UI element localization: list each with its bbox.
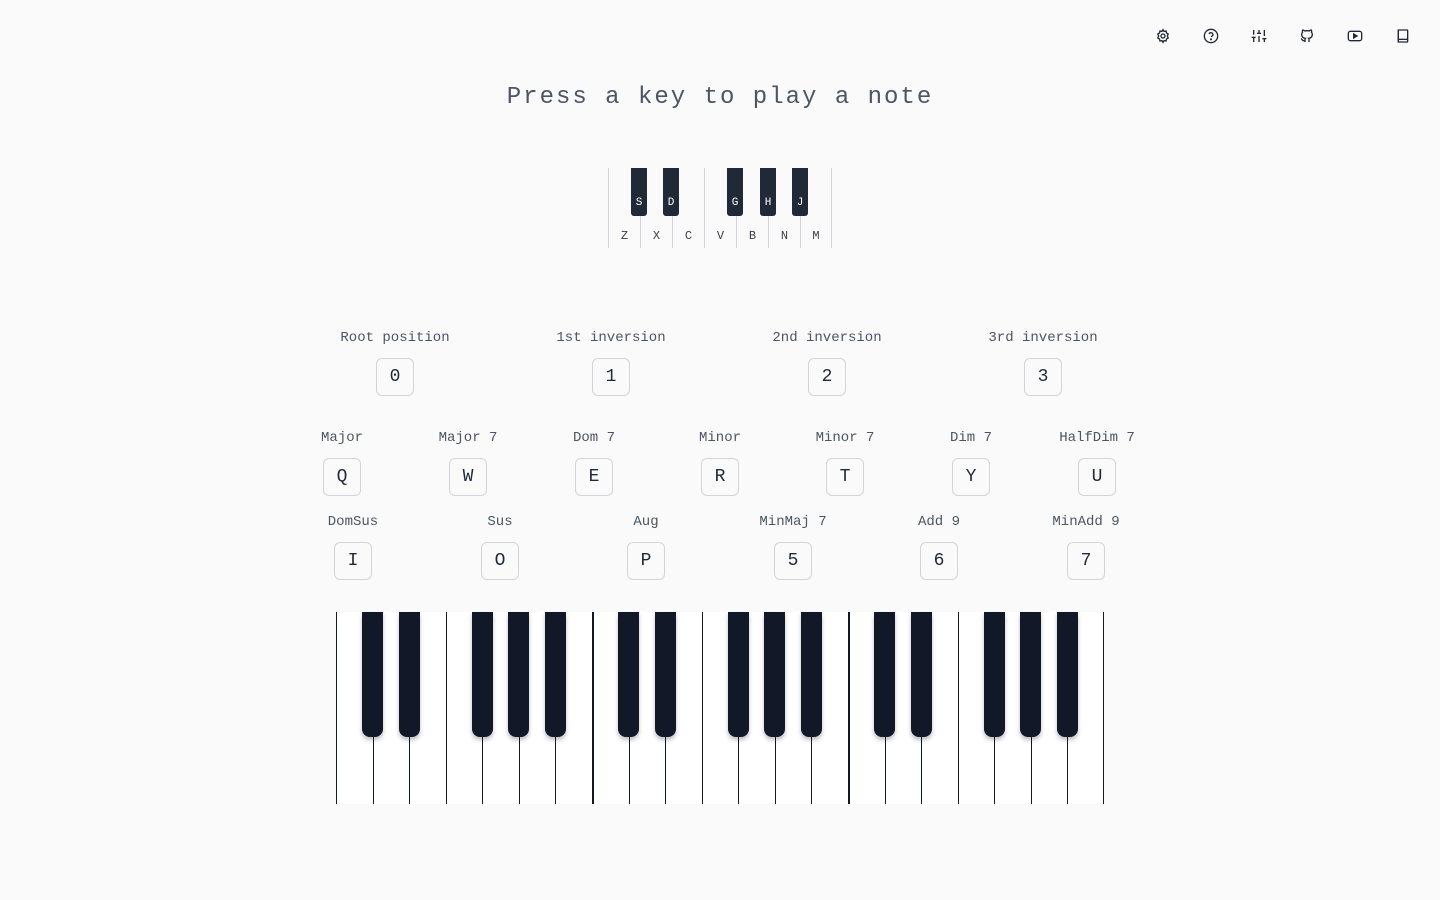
option-label: Dom 7 (572, 430, 615, 446)
github-icon[interactable] (1295, 24, 1319, 48)
mini-black-key[interactable]: S (631, 168, 647, 216)
mini-key-label: M (812, 229, 820, 243)
piano-black-key[interactable] (910, 612, 932, 737)
chord-halfdim7-key[interactable]: U (1078, 458, 1116, 496)
youtube-icon[interactable] (1343, 24, 1367, 48)
inversion-1st-key[interactable]: 1 (592, 358, 630, 396)
mini-key-label: Z (620, 229, 629, 243)
chord-minor-key[interactable]: R (701, 458, 739, 496)
chord-domsus-key[interactable]: I (334, 542, 372, 580)
chord-major-key[interactable]: Q (323, 458, 361, 496)
piano-black-key[interactable] (362, 612, 384, 737)
chord-major7-key[interactable]: W (449, 458, 487, 496)
piano-black-key[interactable] (544, 612, 566, 737)
piano-black-key[interactable] (1020, 612, 1042, 737)
mini-black-key[interactable]: H (760, 168, 776, 216)
mini-key-label: B (748, 229, 757, 243)
piano-black-key[interactable] (471, 612, 493, 737)
chord-option: Aug P (581, 513, 711, 580)
option-label: DomSus (327, 514, 379, 530)
chord-option: Sus O (435, 513, 565, 580)
help-circle-icon[interactable] (1199, 24, 1223, 48)
piano-black-key[interactable] (1056, 612, 1078, 737)
chord-option: Minor 7 T (780, 429, 910, 496)
chord-aug-key[interactable]: P (627, 542, 665, 580)
chord-dim7-key[interactable]: Y (952, 458, 990, 496)
option-label: HalfDim 7 (1059, 430, 1135, 446)
chord-option: Minor R (655, 429, 785, 496)
inversion-3rd-key[interactable]: 3 (1024, 358, 1062, 396)
mini-black-key[interactable]: J (792, 168, 808, 216)
option-label: Dim 7 (949, 430, 992, 446)
page-title: Press a key to play a note (506, 84, 934, 111)
mini-key-label: V (716, 229, 725, 243)
piano-black-key[interactable] (983, 612, 1005, 737)
piano-keyboard (336, 612, 1104, 804)
inversion-option: 1st inversion 1 (546, 329, 676, 396)
chord-minadd9-key[interactable]: 7 (1067, 542, 1105, 580)
app-root: Press a key to play a note Z X C V B N M… (0, 0, 1440, 900)
mini-key-label: C (684, 229, 693, 243)
piano-black-key[interactable] (398, 612, 420, 737)
option-label: Major 7 (438, 430, 498, 446)
mini-key-label: J (796, 197, 804, 209)
inversion-option: 2nd inversion 2 (762, 329, 892, 396)
mini-key-label: H (764, 197, 772, 209)
chord-sus-key[interactable]: O (481, 542, 519, 580)
inversion-2nd-key[interactable]: 2 (808, 358, 846, 396)
chord-option: HalfDim 7 U (1032, 429, 1162, 496)
chord-option: Add 9 6 (874, 513, 1004, 580)
inversion-option: Root position 0 (330, 329, 460, 396)
sliders-icon[interactable] (1247, 24, 1271, 48)
mini-key-label: X (652, 229, 661, 243)
gear-icon[interactable] (1151, 24, 1175, 48)
option-label: MinAdd 9 (1052, 514, 1120, 530)
chord-option: Major 7 W (403, 429, 533, 496)
option-label: MinMaj 7 (759, 514, 827, 530)
piano-black-key[interactable] (727, 612, 749, 737)
piano-black-key[interactable] (508, 612, 530, 737)
option-label: Minor 7 (815, 430, 875, 446)
mini-key-label: S (635, 197, 643, 209)
chord-option: MinAdd 9 7 (1021, 513, 1151, 580)
chord-option: Dim 7 Y (906, 429, 1036, 496)
inversion-option: 3rd inversion 3 (978, 329, 1108, 396)
chord-minor7-key[interactable]: T (826, 458, 864, 496)
option-label: Sus (487, 514, 513, 530)
piano-black-key[interactable] (800, 612, 822, 737)
option-label: Major (320, 430, 363, 446)
piano-black-key[interactable] (764, 612, 786, 737)
option-label: 1st inversion (556, 330, 666, 346)
mini-key-label: G (731, 197, 739, 209)
chord-add9-key[interactable]: 6 (920, 542, 958, 580)
book-icon[interactable] (1391, 24, 1415, 48)
option-label: 3rd inversion (988, 330, 1098, 346)
inversion-root-key[interactable]: 0 (376, 358, 414, 396)
chord-option: DomSus I (288, 513, 418, 580)
option-label: Root position (340, 330, 450, 346)
chord-option: Major Q (277, 429, 407, 496)
mini-black-key[interactable]: D (663, 168, 679, 216)
keyboard-shortcut-legend: Z X C V B N M S D G H J (608, 168, 832, 248)
top-toolbar (0, 24, 1440, 48)
piano-black-key[interactable] (654, 612, 676, 737)
chord-dom7-key[interactable]: E (575, 458, 613, 496)
chord-option: Dom 7 E (529, 429, 659, 496)
option-label: 2nd inversion (772, 330, 882, 346)
mini-key-label: N (780, 229, 789, 243)
piano-black-key[interactable] (618, 612, 640, 737)
option-label: Minor (698, 430, 741, 446)
chord-option: MinMaj 7 5 (728, 513, 858, 580)
piano-black-key[interactable] (874, 612, 896, 737)
option-label: Add 9 (917, 514, 960, 530)
mini-black-key[interactable]: G (727, 168, 743, 216)
option-label: Aug (633, 514, 659, 530)
chord-minmaj7-key[interactable]: 5 (774, 542, 812, 580)
mini-key-label: D (667, 197, 675, 209)
